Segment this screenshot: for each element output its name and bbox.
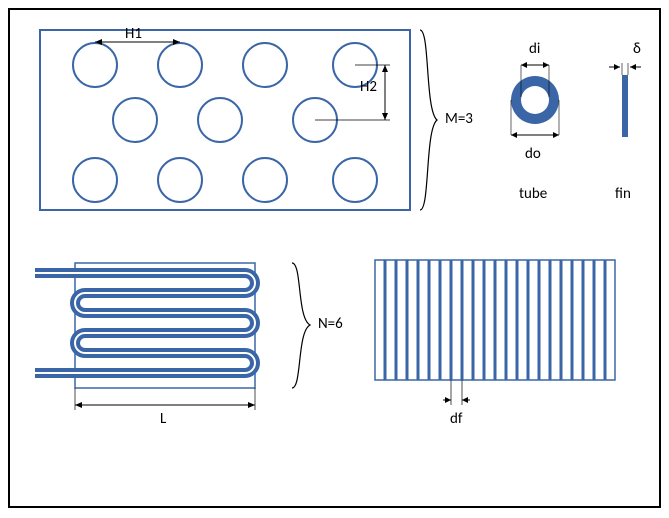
label-H2: H2 [360, 78, 377, 96]
label-H1: H1 [125, 25, 142, 43]
label-di: di [529, 40, 540, 58]
label-N: N=6 [318, 315, 343, 333]
fin-cross-section [605, 55, 645, 145]
label-fin: fin [615, 185, 631, 203]
n-brace [288, 263, 316, 388]
label-df: df [450, 410, 462, 428]
label-tube: tube [519, 185, 547, 203]
serpentine-coil [35, 255, 285, 415]
outer-frame: H1 H2 M=3 di do tube δ fin [8, 8, 661, 508]
fin-array-side-view [375, 260, 625, 420]
label-M: M=3 [445, 110, 473, 128]
m-brace [415, 30, 445, 210]
label-delta: δ [633, 40, 641, 58]
tube-array-face-view [40, 30, 410, 210]
label-do: do [525, 145, 541, 163]
tube-cross-section [500, 55, 570, 145]
label-L: L [160, 410, 166, 428]
